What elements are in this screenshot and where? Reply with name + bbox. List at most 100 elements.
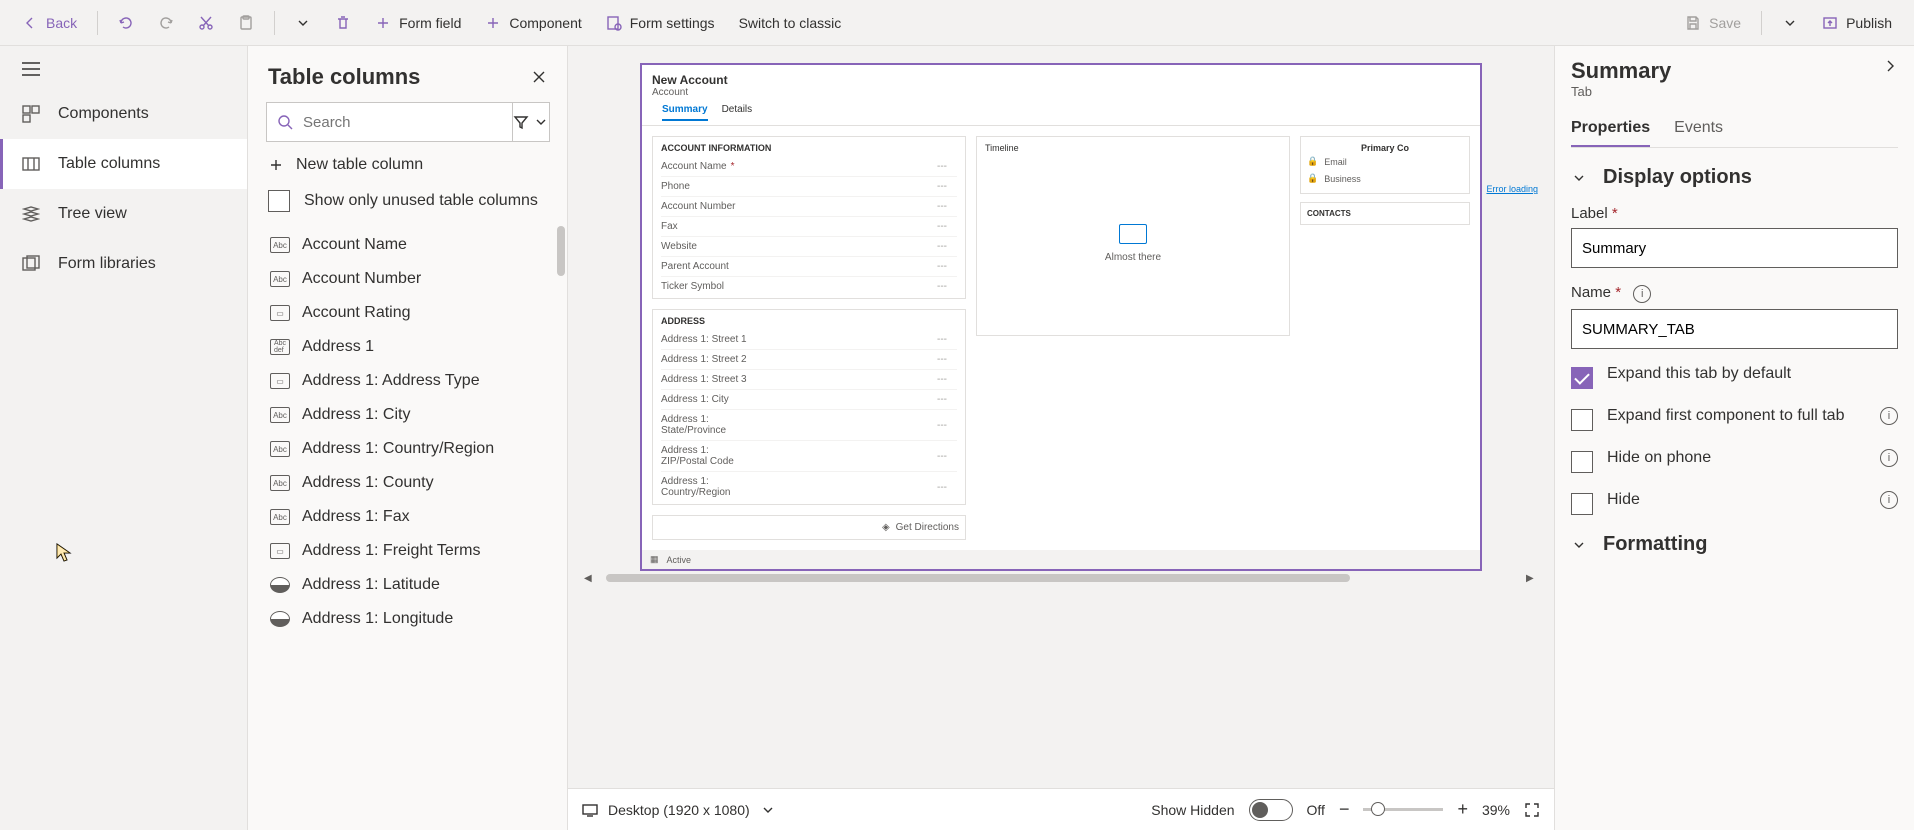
preview-field-row[interactable]: Address 1: Street 1--- bbox=[661, 330, 957, 350]
error-loading-link[interactable]: Error loading bbox=[1486, 184, 1538, 194]
nav-tree-view[interactable]: Tree view bbox=[0, 189, 247, 239]
info-icon[interactable]: i bbox=[1880, 491, 1898, 509]
delete-button[interactable] bbox=[325, 9, 361, 37]
column-item[interactable]: Address 1: Latitude bbox=[266, 568, 559, 602]
text-type-icon: Abc bbox=[270, 509, 290, 525]
toggle-state: Off bbox=[1307, 802, 1325, 818]
zoom-slider[interactable] bbox=[1363, 808, 1443, 811]
column-item[interactable]: AbcAddress 1: Country/Region bbox=[266, 432, 559, 466]
publish-button[interactable]: Publish bbox=[1812, 9, 1902, 37]
preview-field-row[interactable]: Fax--- bbox=[661, 217, 957, 237]
address-section[interactable]: ADDRESS Address 1: Street 1---Address 1:… bbox=[652, 309, 966, 505]
column-item[interactable]: ▭Address 1: Freight Terms bbox=[266, 534, 559, 568]
preview-scroll[interactable]: Error loading New Account Account Summar… bbox=[568, 46, 1554, 788]
info-icon[interactable]: i bbox=[1633, 285, 1651, 303]
column-item[interactable]: AbcdefAddress 1 bbox=[266, 330, 559, 364]
chevron-right-icon[interactable] bbox=[1882, 58, 1898, 74]
preview-field-row[interactable]: Website--- bbox=[661, 237, 957, 257]
paste-button[interactable] bbox=[228, 9, 264, 37]
cut-button[interactable] bbox=[188, 9, 224, 37]
info-icon[interactable]: i bbox=[1880, 407, 1898, 425]
text-type-icon: Abc bbox=[270, 237, 290, 253]
column-item[interactable]: AbcAccount Number bbox=[266, 262, 559, 296]
preview-field-row[interactable]: Address 1: Street 2--- bbox=[661, 350, 957, 370]
column-item[interactable]: AbcAccount Name bbox=[266, 228, 559, 262]
properties-pane: Summary Tab Properties Events Display op… bbox=[1554, 46, 1914, 830]
side-widget-contacts[interactable]: CONTACTS bbox=[1300, 202, 1470, 225]
account-info-section[interactable]: ACCOUNT INFORMATION Account Name*---Phon… bbox=[652, 136, 966, 299]
info-icon[interactable]: i bbox=[1880, 449, 1898, 467]
add-component-button[interactable]: Component bbox=[475, 9, 591, 37]
preview-field-row[interactable]: Address 1: ZIP/Postal Code--- bbox=[661, 441, 957, 472]
preview-field-row[interactable]: Parent Account--- bbox=[661, 257, 957, 277]
canvas-footer: Desktop (1920 x 1080) Show Hidden Off − … bbox=[568, 788, 1554, 830]
display-options-header[interactable]: Display options bbox=[1571, 166, 1898, 189]
name-input[interactable] bbox=[1571, 309, 1898, 349]
undo-button[interactable] bbox=[108, 9, 144, 37]
prop-title: Summary bbox=[1571, 58, 1671, 84]
nav-table-columns[interactable]: Table columns bbox=[0, 139, 247, 189]
paste-menu[interactable] bbox=[285, 9, 321, 37]
column-item[interactable]: AbcAddress 1: Fax bbox=[266, 500, 559, 534]
preview-field-row[interactable]: Address 1: Street 3--- bbox=[661, 370, 957, 390]
preview-field-row[interactable]: Address 1: State/Province--- bbox=[661, 410, 957, 441]
label-input[interactable] bbox=[1571, 228, 1898, 268]
preview-field-row[interactable]: Address 1: City--- bbox=[661, 390, 957, 410]
expand-first-checkbox[interactable] bbox=[1571, 409, 1593, 431]
preview-field-row[interactable]: Account Number--- bbox=[661, 197, 957, 217]
column-item[interactable]: Address 1: Longitude bbox=[266, 602, 559, 636]
search-box[interactable] bbox=[266, 102, 513, 142]
column-item[interactable]: ▭Address 1: Address Type bbox=[266, 364, 559, 398]
form-preview[interactable]: New Account Account Summary Details ACCO… bbox=[641, 64, 1481, 570]
hide-checkbox[interactable] bbox=[1571, 493, 1593, 515]
nav-components[interactable]: Components bbox=[0, 89, 247, 139]
new-column-button[interactable]: New table column bbox=[248, 142, 567, 184]
column-item[interactable]: ▭Account Rating bbox=[266, 296, 559, 330]
column-item[interactable]: AbcAddress 1: County bbox=[266, 466, 559, 500]
save-menu[interactable] bbox=[1772, 9, 1808, 37]
scroll-left-icon[interactable]: ◀ bbox=[584, 573, 596, 584]
zoom-out-button[interactable]: − bbox=[1339, 799, 1350, 820]
filter-button[interactable] bbox=[513, 102, 550, 142]
scroll-thumb[interactable] bbox=[606, 574, 1350, 582]
nav-label: Table columns bbox=[58, 155, 160, 173]
close-icon[interactable] bbox=[531, 69, 547, 85]
preview-tab-summary[interactable]: Summary bbox=[662, 104, 708, 121]
save-button[interactable]: Save bbox=[1675, 9, 1751, 37]
preview-field-row[interactable]: Address 1: Country/Region--- bbox=[661, 472, 957, 502]
nav-label: Tree view bbox=[58, 205, 127, 223]
hamburger-button[interactable] bbox=[0, 46, 247, 89]
redo-button[interactable] bbox=[148, 9, 184, 37]
preview-tab-details[interactable]: Details bbox=[722, 104, 753, 121]
expand-default-checkbox[interactable] bbox=[1571, 367, 1593, 389]
nav-form-libraries[interactable]: Form libraries bbox=[0, 239, 247, 289]
left-rail: Components Table columns Tree view Form … bbox=[0, 46, 248, 830]
get-directions-card[interactable]: ◈ Get Directions bbox=[652, 515, 966, 540]
side-widget-primary[interactable]: Primary Co 🔒Email 🔒Business bbox=[1300, 136, 1470, 194]
tab-events[interactable]: Events bbox=[1674, 111, 1723, 147]
show-hidden-toggle[interactable] bbox=[1249, 799, 1293, 821]
formatting-header[interactable]: Formatting bbox=[1571, 533, 1898, 556]
hide-phone-checkbox[interactable] bbox=[1571, 451, 1593, 473]
search-input[interactable] bbox=[303, 114, 502, 131]
zoom-in-button[interactable]: + bbox=[1457, 799, 1468, 820]
scroll-right-icon[interactable]: ▶ bbox=[1526, 573, 1538, 584]
show-unused-checkbox[interactable] bbox=[268, 190, 290, 212]
plus-icon bbox=[375, 15, 391, 31]
preview-field-row[interactable]: Ticker Symbol--- bbox=[661, 277, 957, 296]
preview-field-row[interactable]: Phone--- bbox=[661, 177, 957, 197]
switch-classic-button[interactable]: Switch to classic bbox=[729, 9, 852, 37]
column-item[interactable]: AbcAddress 1: City bbox=[266, 398, 559, 432]
tab-properties[interactable]: Properties bbox=[1571, 111, 1650, 147]
scrollbar-thumb[interactable] bbox=[557, 226, 565, 276]
preview-field-row[interactable]: Account Name*--- bbox=[661, 157, 957, 177]
horizontal-scrollbar[interactable]: ◀ ▶ bbox=[578, 570, 1544, 586]
text-type-icon: Abc bbox=[270, 441, 290, 457]
fit-icon[interactable] bbox=[1524, 802, 1540, 818]
chevron-down-icon[interactable] bbox=[760, 802, 776, 818]
timeline-section[interactable]: Timeline Almost there bbox=[976, 136, 1290, 336]
form-settings-button[interactable]: Form settings bbox=[596, 9, 725, 37]
directions-icon: ◈ bbox=[882, 522, 890, 533]
back-button[interactable]: Back bbox=[12, 9, 87, 37]
add-form-field-button[interactable]: Form field bbox=[365, 9, 471, 37]
